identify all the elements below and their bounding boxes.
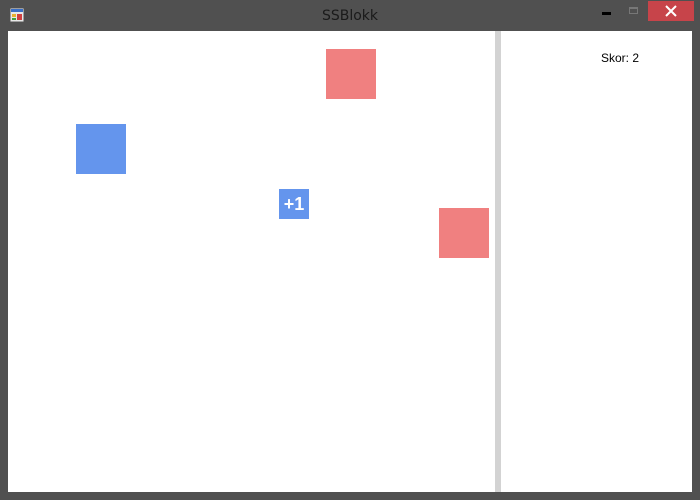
bonus-block: +1 — [279, 189, 309, 219]
maximize-button[interactable] — [621, 1, 647, 21]
game-area[interactable]: +1 — [8, 31, 495, 492]
title-bar[interactable]: SSBlokk — [0, 0, 700, 30]
side-panel: Skor: 2 — [501, 31, 692, 492]
close-icon — [665, 5, 677, 17]
red-block — [439, 208, 489, 258]
app-window: SSBlokk +1 Skor: 2 — [0, 0, 700, 500]
red-block — [326, 49, 376, 99]
score-label: Skor: 2 — [601, 51, 640, 65]
minimize-button[interactable] — [592, 1, 620, 21]
minimize-icon — [602, 12, 611, 15]
close-button[interactable] — [648, 1, 694, 21]
maximize-icon — [629, 7, 638, 14]
player-block[interactable] — [76, 124, 126, 174]
client-area: +1 Skor: 2 — [8, 31, 692, 492]
